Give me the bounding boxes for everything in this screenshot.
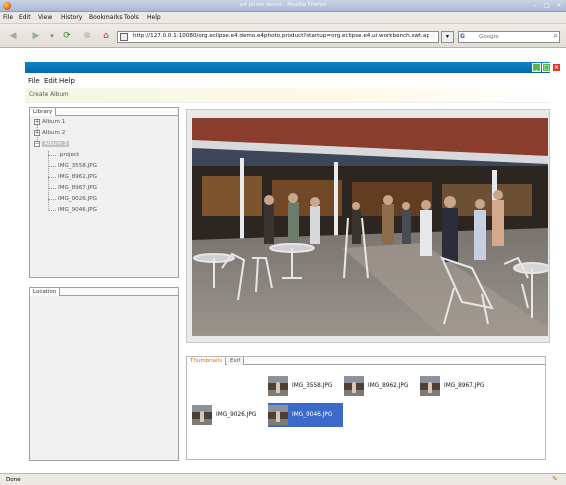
app-maximize-icon[interactable]: □ (542, 63, 551, 72)
close-window-icon[interactable]: × (555, 2, 563, 10)
tree-item-album-1[interactable]: + Album 1 (34, 118, 65, 127)
thumbnail-image (344, 376, 364, 396)
app-title-bar: _ □ × (25, 62, 561, 73)
bookmark-star-icon[interactable]: ☆ (430, 32, 436, 40)
app-close-icon[interactable]: × (552, 63, 561, 72)
tab-thumbnails[interactable]: Thumbnails (187, 357, 226, 365)
thumbnail-label: IMG_8967.JPG (444, 383, 485, 389)
thumbnail-label: IMG_9046.JPG (292, 412, 333, 418)
app-menu-help[interactable]: Help (59, 77, 75, 85)
tree-file[interactable]: IMG_8962.JPG (58, 173, 97, 182)
menu-history[interactable]: History (61, 14, 82, 21)
tree-file[interactable]: IMG_8967.JPG (58, 184, 97, 193)
thumbnail-image (268, 405, 288, 425)
photo-image[interactable] (192, 118, 548, 336)
app-menu-file[interactable]: File (28, 77, 40, 85)
home-icon[interactable]: ⌂ (99, 29, 113, 43)
browser-menu-bar: File Edit View History Bookmarks Tools H… (0, 12, 566, 24)
library-tab-strip: Library (30, 108, 178, 116)
url-bar[interactable]: http://127.0.0.1:10080/org.eclipse.e4.de… (117, 31, 439, 43)
thumbnail-item[interactable]: IMG_8962.JPG (344, 374, 419, 398)
tree-item-label: Album 2 (42, 130, 66, 136)
addon-status-icon[interactable]: ✎ (552, 475, 558, 483)
menu-bookmarks[interactable]: Bookmarks (89, 14, 123, 21)
browser-status-bar: Done ✎ (0, 473, 566, 485)
location-panel: Location (29, 287, 179, 461)
url-dropdown-button[interactable]: ▾ (441, 31, 454, 43)
thumbnail-label: IMG_8962.JPG (368, 383, 409, 389)
forward-icon[interactable]: ▶ (29, 29, 43, 43)
location-tab-strip: Location (30, 288, 178, 296)
menu-edit[interactable]: Edit (19, 14, 31, 21)
menu-help[interactable]: Help (147, 14, 161, 21)
viewer-tab-strip: Thumbnails Exif (187, 357, 545, 365)
expand-icon[interactable]: + (34, 129, 40, 136)
tree-item-album-3[interactable]: − Album 3 (34, 140, 70, 149)
thumbnail-image (192, 405, 212, 425)
thumbnail-item-selected[interactable]: IMG_9046.JPG (268, 403, 343, 427)
image-viewer (186, 109, 550, 343)
expand-icon[interactable]: + (34, 118, 40, 125)
tree-item-album-2[interactable]: + Album 2 (34, 129, 65, 138)
browser-title-bar: e4 photo demo - Mozilla Firefox – □ × (0, 0, 566, 12)
tree-item-label: Album 1 (42, 119, 66, 125)
tree-line (48, 151, 49, 211)
minimize-window-icon[interactable]: – (531, 2, 539, 10)
tree-line (48, 199, 56, 200)
thumbnails-panel: Thumbnails Exif IMG_3558.JPG IMG_8962.JP… (186, 356, 546, 460)
search-input[interactable] (479, 33, 549, 41)
search-icon[interactable]: ⌕ (554, 31, 558, 41)
thumbnail-image (268, 376, 288, 396)
tree-file[interactable]: .project (58, 151, 79, 160)
search-box[interactable]: G ⌕ (458, 31, 560, 43)
tab-library[interactable]: Library (30, 108, 57, 116)
thumbnail-image (420, 376, 440, 396)
reload-icon[interactable]: ⟳ (60, 29, 74, 43)
stop-icon[interactable]: ⊗ (80, 29, 94, 43)
status-text: Done (6, 477, 21, 483)
tree-item-label: Album 3 (42, 141, 70, 147)
thumbnail-item[interactable]: IMG_8967.JPG (420, 374, 495, 398)
collapse-icon[interactable]: − (34, 140, 40, 147)
browser-window-title: e4 photo demo - Mozilla Firefox (239, 2, 327, 8)
url-text[interactable]: http://127.0.0.1:10080/org.eclipse.e4.de… (133, 33, 429, 39)
navigation-toolbar: ◀ ▶ ▾ ⟳ ⊗ ⌂ http://127.0.0.1:10080/org.e… (0, 24, 566, 48)
create-album-button[interactable]: Create Album (29, 92, 69, 98)
thumbnail-label: IMG_9026.JPG (216, 412, 257, 418)
tree-line (48, 166, 56, 167)
library-panel: Library + Album 1 + Album 2 − Album 3 .proj… (29, 107, 179, 278)
app-menu-bar: File Edit Help (25, 74, 550, 87)
tree-file[interactable]: IMG_3558.JPG (58, 162, 97, 171)
app-toolbar: Create Album (25, 88, 550, 103)
app-minimize-icon[interactable]: _ (532, 63, 541, 72)
history-dropdown-icon[interactable]: ▾ (45, 29, 59, 43)
tree-line (48, 210, 56, 211)
tree-file[interactable]: IMG_9046.JPG (58, 206, 97, 215)
tab-exif[interactable]: Exif (227, 357, 245, 365)
menu-tools[interactable]: Tools (124, 14, 139, 21)
menu-file[interactable]: File (3, 14, 13, 21)
tree-line (48, 155, 56, 156)
tree-line (48, 188, 56, 189)
thumbnail-label: IMG_3558.JPG (292, 383, 333, 389)
menu-view[interactable]: View (38, 14, 52, 21)
site-identity-icon[interactable] (120, 33, 128, 41)
tab-location[interactable]: Location (30, 288, 61, 296)
photo-graphic (192, 118, 548, 336)
maximize-window-icon[interactable]: □ (543, 2, 551, 10)
thumbnail-item[interactable]: IMG_9026.JPG (192, 403, 267, 427)
tree-line (48, 177, 56, 178)
search-engine-icon[interactable]: G (460, 33, 476, 41)
tree-file[interactable]: IMG_9026.JPG (58, 195, 97, 204)
back-icon[interactable]: ◀ (6, 29, 20, 43)
thumbnail-item[interactable]: IMG_3558.JPG (268, 374, 343, 398)
app-menu-edit[interactable]: Edit (44, 77, 58, 85)
